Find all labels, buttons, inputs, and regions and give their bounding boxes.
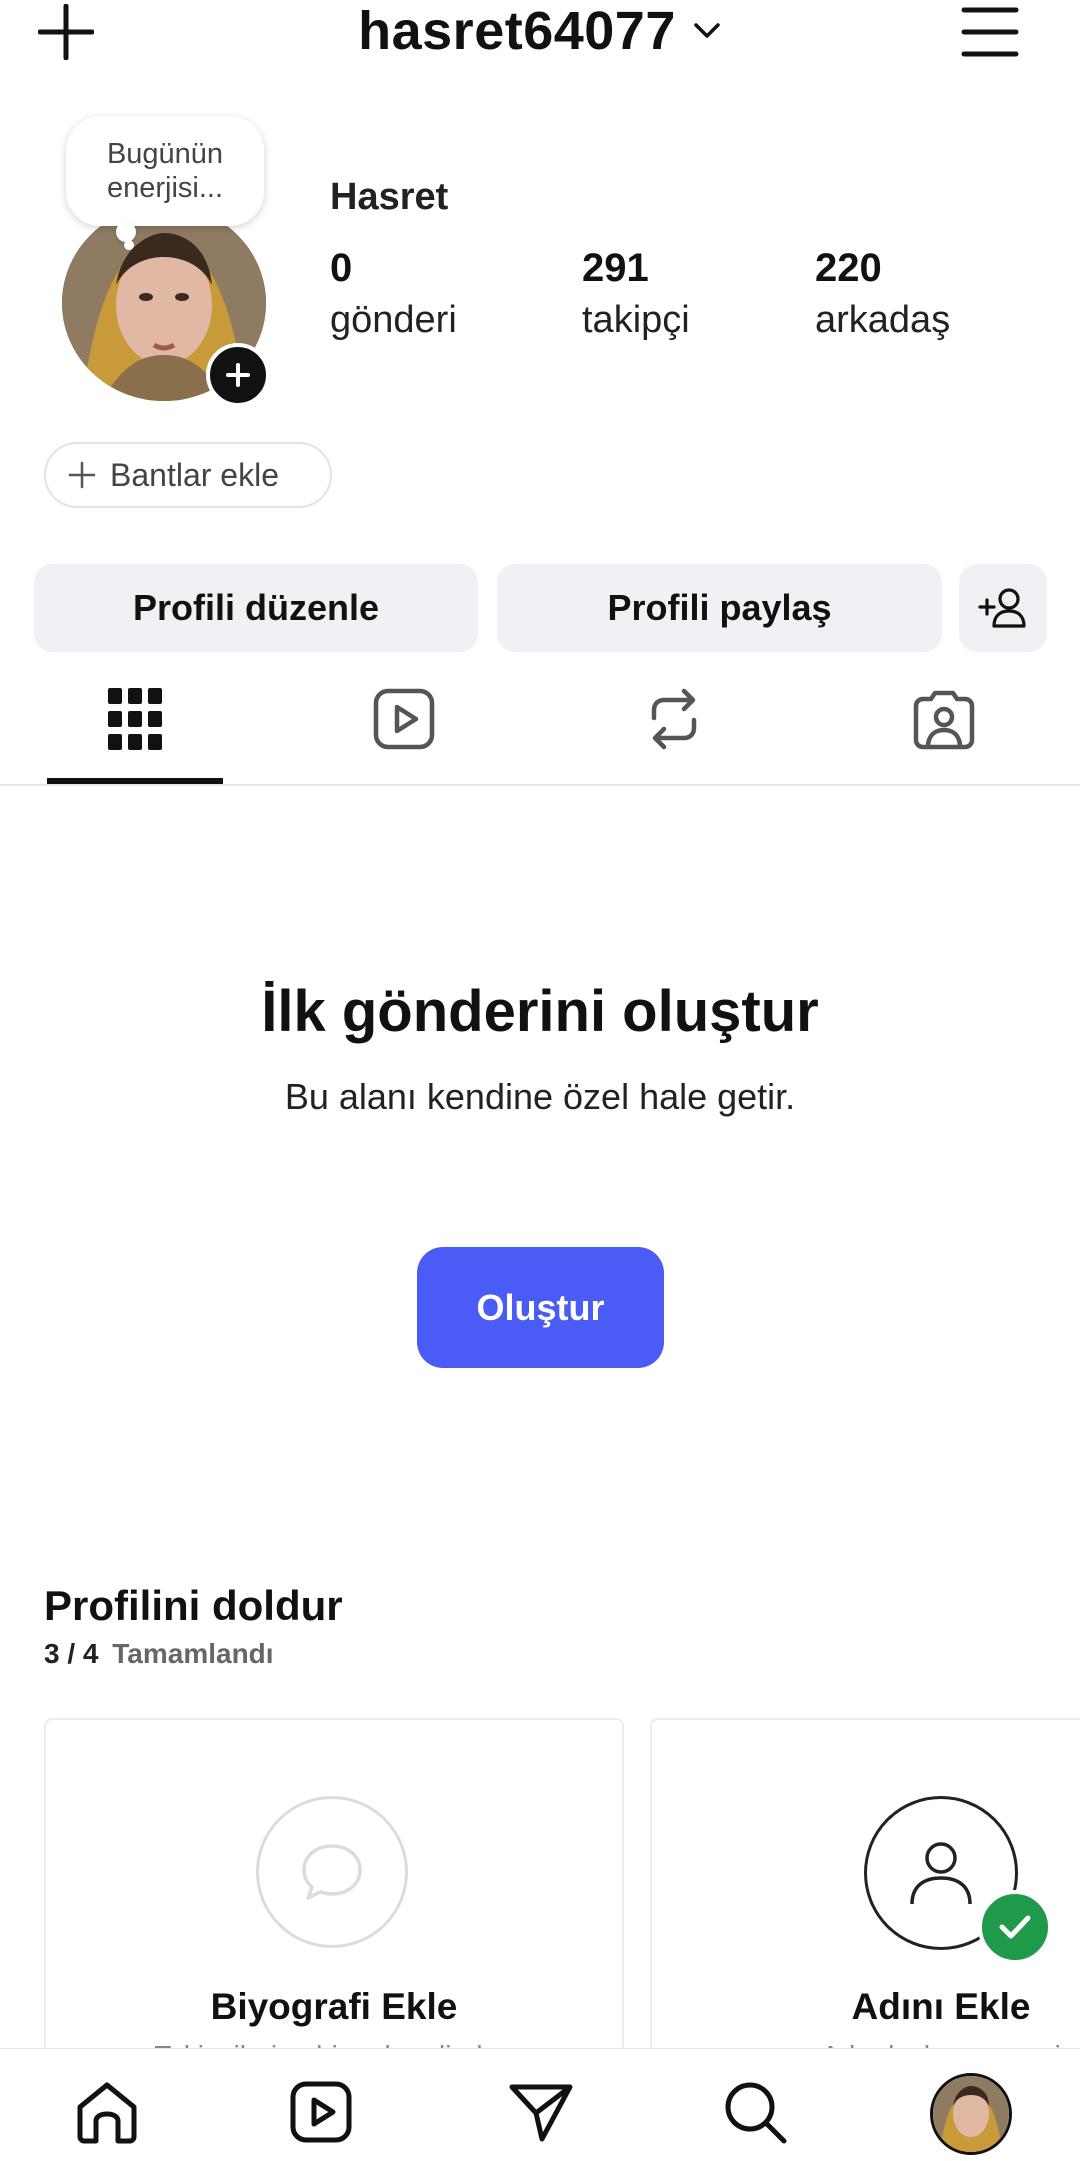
tab-tagged[interactable] xyxy=(870,680,1018,784)
complete-profile-progress: 3 / 4 Tamamlandı xyxy=(44,1638,274,1670)
progress-suffix: Tamamlandı xyxy=(112,1638,274,1669)
reels-icon xyxy=(373,688,435,750)
plus-icon xyxy=(68,461,96,489)
complete-profile-title: Profilini doldur xyxy=(44,1582,343,1629)
tab-posts[interactable] xyxy=(47,680,223,784)
add-name-card[interactable]: Adını Ekle Arkadaşlarının seni xyxy=(650,1718,1080,2082)
share-profile-button[interactable]: Profili paylaş xyxy=(497,564,942,652)
empty-state-title: İlk gönderini oluştur xyxy=(261,979,819,1044)
add-bio-card[interactable]: Biyografi Ekle Takipçilerine biraz kendi… xyxy=(44,1718,624,2082)
add-person-icon xyxy=(978,588,1026,628)
edit-profile-label: Profili düzenle xyxy=(132,587,380,628)
stat-value: 291 xyxy=(582,246,649,290)
chevron-down-icon xyxy=(692,21,722,46)
empty-state-subtitle: Bu alanı kendine özel hale getir. xyxy=(284,1076,796,1117)
add-story-badge[interactable] xyxy=(206,343,270,407)
tabs-divider xyxy=(0,784,1080,786)
stat-followers[interactable]: 291 takipçi xyxy=(582,246,690,342)
reels-nav-icon[interactable] xyxy=(290,2081,352,2143)
tab-reposts[interactable] xyxy=(600,680,748,784)
stat-value: 220 xyxy=(815,246,882,290)
note-bubble[interactable]: Bugünün enerjisi... xyxy=(66,116,264,226)
stat-label: arkadaş xyxy=(815,299,951,341)
plus-icon xyxy=(226,363,250,387)
create-button[interactable]: Oluştur xyxy=(417,1247,664,1368)
stat-posts[interactable]: 0 gönderi xyxy=(330,246,457,342)
username-switcher[interactable]: hasret64077 xyxy=(0,0,1080,62)
discover-people-button[interactable] xyxy=(959,564,1047,652)
add-bands-label: Bantlar ekle xyxy=(110,456,279,493)
profile-nav-avatar[interactable] xyxy=(930,2073,1012,2155)
tagged-icon xyxy=(913,690,975,750)
tab-reels[interactable] xyxy=(330,680,478,784)
card-title: Biyografi Ekle xyxy=(210,1986,458,2027)
edit-profile-button[interactable]: Profili düzenle xyxy=(34,564,478,652)
stat-value: 0 xyxy=(330,246,353,290)
repost-icon xyxy=(651,688,697,750)
search-icon[interactable] xyxy=(722,2079,788,2145)
display-name: Hasret xyxy=(330,176,449,218)
card-title: Adını Ekle xyxy=(851,1986,1031,2027)
stat-friends[interactable]: 220 arkadaş xyxy=(815,246,950,342)
profile-username: hasret64077 xyxy=(358,1,676,61)
add-bands-chip[interactable]: Bantlar ekle xyxy=(44,442,332,508)
stat-label: gönderi xyxy=(330,299,457,341)
note-text: Bugünün enerjisi... xyxy=(106,138,224,204)
share-profile-label: Profili paylaş xyxy=(607,587,832,628)
note-bubble-tail xyxy=(116,222,136,242)
direct-icon[interactable] xyxy=(508,2081,574,2143)
home-icon[interactable] xyxy=(74,2079,140,2145)
menu-icon[interactable] xyxy=(960,4,1020,60)
progress-count: 3 / 4 xyxy=(44,1638,99,1669)
bottom-nav xyxy=(0,2048,1080,2161)
stat-label: takipçi xyxy=(582,299,690,341)
check-badge-icon xyxy=(978,1890,1052,1964)
grid-icon xyxy=(108,688,162,750)
create-button-label: Oluştur xyxy=(476,1286,605,1328)
speech-bubble-icon xyxy=(256,1796,408,1948)
note-bubble-tail-small xyxy=(124,240,134,250)
